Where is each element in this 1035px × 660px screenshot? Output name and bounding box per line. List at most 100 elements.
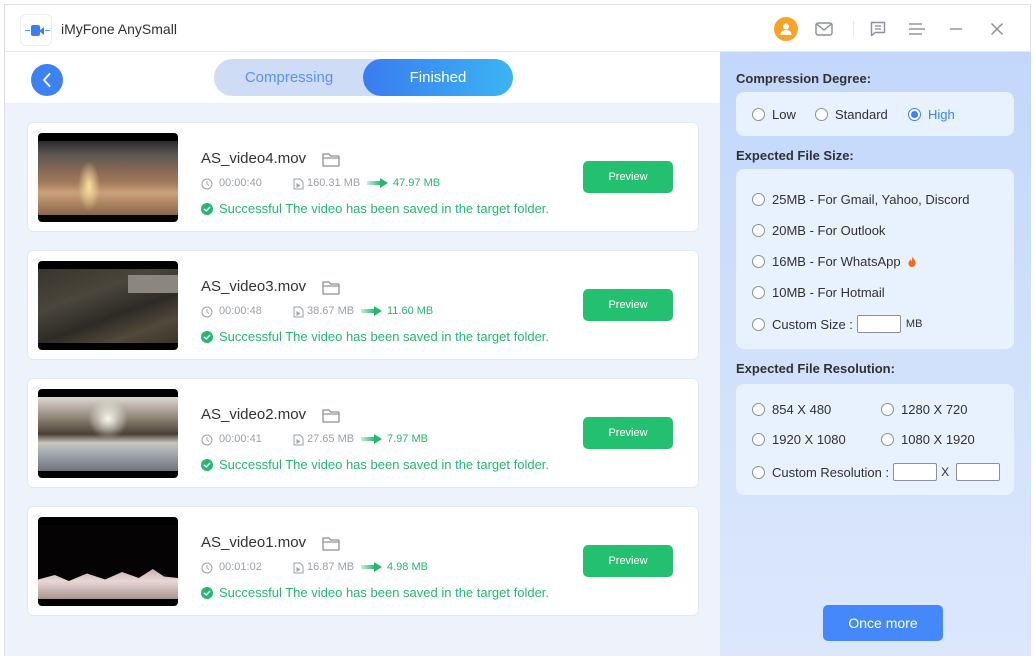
main-header: Compressing Finished [5, 52, 720, 103]
radio-res-1280x720[interactable]: 1280 X 720 [881, 402, 968, 417]
video-card: AS_video2.mov 00:00:41 27.65 MB 7.97 MB … [27, 378, 699, 488]
check-circle-icon [201, 331, 213, 343]
settings-panel: Compression Degree: Low Standard High Ex… [720, 52, 1031, 656]
check-circle-icon [201, 587, 213, 599]
radio-compression-high[interactable]: High [908, 107, 955, 122]
app-window: iMyFone AnySmall Compressing Finished AS… [4, 4, 1031, 656]
arrow-right-icon [361, 434, 382, 444]
video-duration: 00:00:41 [219, 433, 262, 445]
app-logo-icon [20, 14, 52, 46]
radio-res-1080x1920[interactable]: 1080 X 1920 [881, 432, 975, 447]
radio-res-custom[interactable]: Custom Resolution : X [752, 463, 1001, 481]
radio-circle [752, 193, 765, 206]
arrow-right-icon [361, 562, 382, 572]
title-bar: iMyFone AnySmall [5, 5, 1030, 52]
resolution-separator: X [941, 465, 950, 479]
user-avatar-icon[interactable] [774, 17, 798, 41]
custom-height-input[interactable] [956, 463, 1001, 481]
radio-circle [881, 433, 894, 446]
video-filename: AS_video4.mov [201, 150, 307, 167]
preview-button[interactable]: Preview [583, 161, 673, 193]
radio-compression-low[interactable]: Low [752, 107, 796, 122]
tab-finished[interactable]: Finished [363, 59, 513, 96]
radio-circle [752, 108, 765, 121]
fire-icon [908, 256, 916, 267]
custom-size-input[interactable] [856, 315, 901, 333]
open-folder-icon[interactable] [322, 536, 340, 551]
preview-button[interactable]: Preview [583, 289, 673, 321]
video-filename: AS_video3.mov [201, 278, 307, 295]
original-size: 27.65 MB [307, 433, 355, 445]
radio-circle [752, 255, 765, 268]
status-text: Successful The video has been saved in t… [219, 329, 550, 344]
video-card: AS_video1.mov 00:01:02 16.87 MB 4.98 MB … [27, 506, 699, 616]
status-text: Successful The video has been saved in t… [219, 201, 550, 216]
compressed-size: 7.97 MB [387, 433, 428, 445]
clock-icon [201, 562, 213, 574]
arrow-right-icon [367, 178, 388, 188]
clock-icon [201, 178, 213, 190]
video-card: AS_video3.mov 00:00:48 38.67 MB 11.60 MB… [27, 250, 699, 360]
video-filename: AS_video2.mov [201, 406, 307, 423]
tab-compressing[interactable]: Compressing [214, 59, 364, 96]
original-size: 160.31 MB [307, 177, 361, 189]
open-folder-icon[interactable] [322, 152, 340, 167]
once-more-button[interactable]: Once more [823, 605, 943, 641]
radio-size-16mb[interactable]: 16MB - For WhatsApp [752, 254, 918, 269]
check-circle-icon [201, 203, 213, 215]
video-duration: 00:01:02 [219, 561, 262, 573]
back-button[interactable] [31, 64, 63, 96]
file-size-icon [293, 434, 304, 446]
radio-compression-standard[interactable]: Standard [815, 107, 888, 122]
mail-icon[interactable] [812, 17, 836, 41]
clock-icon [201, 306, 213, 318]
file-size-icon [293, 562, 304, 574]
custom-width-input[interactable] [893, 463, 938, 481]
compression-degree-title: Compression Degree: [736, 71, 872, 86]
video-card: AS_video4.mov 00:00:40 160.31 MB 47.97 M… [27, 122, 699, 232]
radio-size-custom[interactable]: Custom Size : MB [752, 315, 922, 333]
status-text: Successful The video has been saved in t… [219, 585, 550, 600]
radio-size-25mb[interactable]: 25MB - For Gmail, Yahoo, Discord [752, 192, 969, 207]
arrow-right-icon [361, 306, 382, 316]
video-duration: 00:00:40 [219, 177, 262, 189]
radio-size-20mb[interactable]: 20MB - For Outlook [752, 223, 885, 238]
compressed-size: 4.98 MB [387, 561, 428, 573]
feedback-icon[interactable] [866, 17, 890, 41]
compressed-size: 47.97 MB [393, 177, 441, 189]
expected-file-size-title: Expected File Size: [736, 148, 854, 163]
radio-circle [752, 433, 765, 446]
radio-circle-selected [908, 108, 921, 121]
video-thumbnail[interactable] [38, 517, 178, 606]
radio-res-1920x1080[interactable]: 1920 X 1080 [752, 432, 846, 447]
radio-res-854x480[interactable]: 854 X 480 [752, 402, 831, 417]
menu-icon[interactable] [905, 17, 929, 41]
video-duration: 00:00:48 [219, 305, 262, 317]
custom-size-unit: MB [905, 318, 923, 330]
radio-circle [752, 286, 765, 299]
radio-circle [815, 108, 828, 121]
video-thumbnail[interactable] [38, 133, 178, 222]
app-title: iMyFone AnySmall [61, 21, 177, 37]
original-size: 38.67 MB [307, 305, 355, 317]
preview-button[interactable]: Preview [583, 417, 673, 449]
check-circle-icon [201, 459, 213, 471]
main-panel: Compressing Finished AS_video4.mov 00:00… [5, 52, 720, 656]
close-icon[interactable] [985, 17, 1009, 41]
minimize-icon[interactable] [944, 17, 968, 41]
resolution-panel: 854 X 480 1280 X 720 1920 X 1080 1080 X … [736, 384, 1014, 495]
video-thumbnail[interactable] [38, 261, 178, 350]
radio-circle [752, 465, 765, 479]
video-thumbnail[interactable] [38, 389, 178, 478]
expected-resolution-title: Expected File Resolution: [736, 361, 895, 376]
radio-circle [752, 317, 765, 331]
status-text: Successful The video has been saved in t… [219, 457, 550, 472]
preview-button[interactable]: Preview [583, 545, 673, 577]
radio-circle [752, 403, 765, 416]
file-size-panel: 25MB - For Gmail, Yahoo, Discord 20MB - … [736, 169, 1014, 349]
file-size-icon [293, 306, 304, 318]
radio-size-10mb[interactable]: 10MB - For Hotmail [752, 285, 885, 300]
toolbar-divider [853, 21, 854, 37]
open-folder-icon[interactable] [322, 408, 340, 423]
open-folder-icon[interactable] [322, 280, 340, 295]
